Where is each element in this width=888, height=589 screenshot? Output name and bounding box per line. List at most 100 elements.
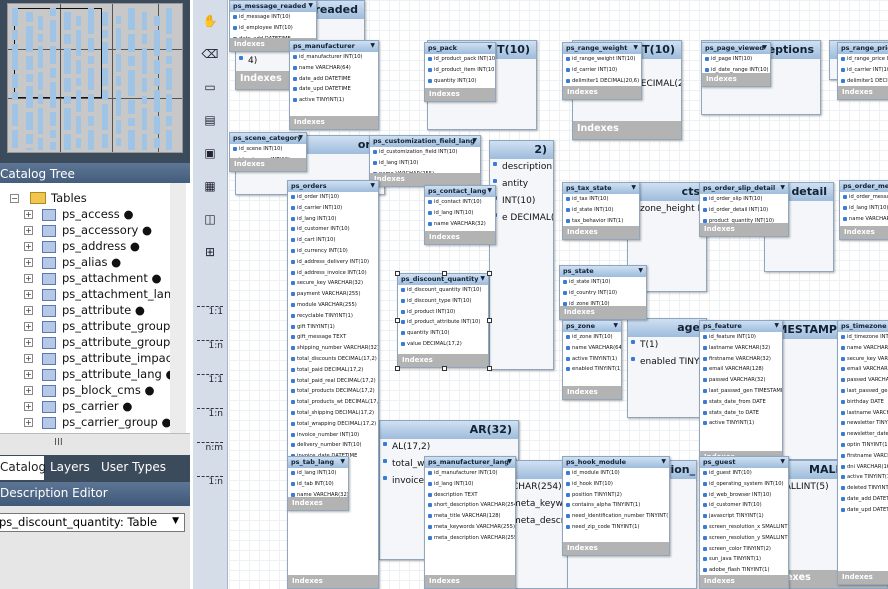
table-field[interactable]: id_cart INT(10) [288, 235, 378, 246]
table-header[interactable]: ps_tax_state ▼ [563, 183, 639, 194]
table-field[interactable]: id_carrier INT(10) [563, 65, 641, 76]
expand-icon[interactable]: + [24, 322, 33, 331]
table-field[interactable]: id_lang INT(10) [288, 468, 348, 479]
table-header[interactable]: ps_state ▼ [560, 266, 646, 277]
table-header[interactable]: ps_manufacturer ▼ [290, 41, 378, 52]
table-field[interactable]: e DECIMAL(17,2) [490, 210, 553, 227]
indexes-bar[interactable]: Indexes [425, 88, 495, 101]
table-field[interactable]: contains_alpha TINYINT(1) [563, 500, 669, 511]
table-ps-tax-state[interactable]: ps_tax_state ▼ id_tax INT(10) id_state INT(… [562, 182, 640, 240]
table-field[interactable]: id_carrier INT(10) [838, 65, 888, 76]
table-field[interactable]: sun_java TINYINT(1) [700, 554, 788, 565]
table-field[interactable]: id_tax INT(10) [563, 194, 639, 205]
table-field[interactable]: id_operating_system INT(10) [700, 479, 788, 490]
indexes-bar[interactable]: Indexes [425, 575, 515, 588]
table-field[interactable]: id_manufacturer INT(10) [290, 52, 378, 63]
table-field[interactable]: id_address_invoice INT(10) [288, 268, 378, 279]
tab-layers[interactable]: Layers [50, 456, 90, 480]
table-field[interactable]: email VARCHAR(128) [838, 364, 888, 375]
description-object-select[interactable]: ps_discount_quantity: Table ▼ [0, 513, 185, 532]
table-field[interactable]: id_product INT(10) [398, 307, 488, 318]
table-header[interactable]: ps_pack ▼ [425, 43, 495, 54]
table-header[interactable]: ps_customization_field_lang ▼ [370, 136, 480, 147]
table-header[interactable]: ps_zone ▼ [563, 321, 621, 332]
table-field[interactable]: id_zone INT(10) [563, 332, 621, 343]
table-field[interactable]: stats_date_to DATE [700, 408, 782, 419]
table-field[interactable]: AL(17,2) [380, 439, 518, 456]
table-field[interactable]: total_paid DECIMAL(17,2) [288, 365, 378, 376]
table-field[interactable]: id_order_slip INT(10) [700, 194, 788, 205]
table-field[interactable]: total_products_wt DECIMAL(17,2) [288, 397, 378, 408]
table-field[interactable]: id_lang INT(10) [425, 208, 495, 219]
routine-icon[interactable]: ⊞ [197, 245, 223, 269]
table-field[interactable]: gift TINYINT(1) [288, 322, 378, 333]
hand-icon[interactable]: ✋ [197, 14, 223, 38]
table-field[interactable]: id_lang INT(10) [288, 214, 378, 225]
table-field[interactable]: id_message INT(10) [230, 12, 316, 23]
table-field[interactable]: lastname VARCHAR(32) [700, 343, 782, 354]
table-ps-manufacturer[interactable]: ps_manufacturer ▼ id_manufacturer INT(10) n… [289, 40, 379, 130]
table-field[interactable]: passwd VARCHAR(32) [700, 375, 782, 386]
selection-handle[interactable] [395, 366, 400, 371]
table-field[interactable]: id_range_price INT(10) [838, 54, 888, 65]
indexes-bar[interactable]: Indexes [700, 223, 788, 236]
table-field[interactable]: shipping_number VARCHAR(32) [288, 343, 378, 354]
indexes-bar[interactable]: Indexes [288, 575, 378, 588]
table-field[interactable]: id_currency INT(10) [288, 246, 378, 257]
table-field[interactable]: total_discounts DECIMAL(17,2) [288, 354, 378, 365]
table-field[interactable]: name VARCHAR(64) [290, 63, 378, 74]
collapse-icon[interactable]: − [10, 194, 19, 203]
selection-handle[interactable] [395, 271, 400, 276]
expand-icon[interactable]: + [24, 402, 33, 411]
table-field[interactable]: screen_resolution_y SMALLINT(5) [700, 533, 788, 544]
table-ps-order-slip-detail[interactable]: ps_order_slip_detail ▼ id_order_slip INT(1… [699, 182, 789, 237]
table-field[interactable]: active TINYINT(1) [563, 354, 621, 365]
indexes-bar[interactable]: Indexes [563, 226, 639, 239]
expand-icon[interactable]: + [24, 386, 33, 395]
tree-horizontal-scrollbar[interactable]: III [0, 433, 190, 455]
table-field[interactable]: total_products DECIMAL(17,2) [288, 386, 378, 397]
table-field[interactable]: deleted TINYINT(1) [838, 483, 888, 494]
table-field[interactable]: recyclable TINYINT(1) [288, 311, 378, 322]
table-header[interactable]: ps_manufacturer_lang ▼ [425, 457, 515, 468]
table-field[interactable]: id_range_weight INT(10) [563, 54, 641, 65]
table-ps-range-price[interactable]: ps_range_price▼ id_range_price INT(10) id_… [837, 42, 888, 100]
table-field[interactable]: active TINYINT(1) [290, 95, 378, 106]
indexes-bar[interactable]: Indexes [838, 86, 888, 99]
table-field[interactable]: id_product_attribute INT(10) [398, 317, 488, 328]
table-field[interactable]: last_passwd_gen TIMESTAMP [700, 386, 782, 397]
table-field[interactable]: id_discount_quantity INT(10) [398, 285, 488, 296]
table-header[interactable]: ps_range_weight ▼ [563, 43, 641, 54]
table-ps-customization-field-lang[interactable]: ps_customization_field_lang ▼ id_customiza… [369, 135, 481, 187]
indexes-bar[interactable]: Indexes [700, 575, 788, 588]
selection-handle[interactable] [487, 271, 492, 276]
table-header[interactable]: ps_timezone▼ [838, 321, 888, 332]
table-field[interactable]: T(1) [628, 337, 706, 354]
image-icon[interactable]: ▣ [197, 146, 223, 170]
table-field[interactable]: id_feature INT(10) [700, 332, 782, 343]
relation-1-n-icon[interactable]: 1:n [197, 402, 223, 432]
indexes-bar[interactable]: Indexes [560, 306, 646, 319]
table-field[interactable]: id_web_browser INT(10) [700, 490, 788, 501]
table-field[interactable]: module VARCHAR(255) [288, 300, 378, 311]
table-field[interactable]: dni VARCHAR(16) [838, 462, 888, 473]
tree-vertical-scrollbar[interactable] [170, 183, 186, 433]
indexes-bar[interactable]: Indexes [563, 542, 669, 555]
expand-icon[interactable]: + [24, 226, 33, 235]
table-field[interactable]: payment VARCHAR(255) [288, 289, 378, 300]
table-field[interactable]: date_add DATETIME [838, 494, 888, 505]
table-ps-state[interactable]: ps_state ▼ id_state INT(10) id_country INT(… [559, 265, 647, 320]
table-header[interactable]: ps_feature ▼ [700, 321, 782, 332]
table-field[interactable]: newsletter TINYINT(1) [838, 418, 888, 429]
navigator-minimap[interactable] [7, 3, 183, 153]
table-field[interactable]: id_guest INT(10) [700, 468, 788, 479]
table-field[interactable]: quantity INT(10) [398, 328, 488, 339]
table-field[interactable]: id_lang INT(10) [425, 479, 515, 490]
table-field[interactable]: secure_key VARCHAR(32) [838, 354, 888, 365]
table-field[interactable]: last_passwd_gen TIMESTAMP [838, 386, 888, 397]
table-field[interactable]: lastname VARCHAR(32) [838, 408, 888, 419]
selection-handle[interactable] [487, 318, 492, 323]
table-field[interactable]: passwd VARCHAR(32) [838, 375, 888, 386]
table-header[interactable]: ps_contact_lang ▼ [425, 186, 495, 197]
table-field[interactable]: meta_description VARCHAR(255) [425, 533, 515, 544]
